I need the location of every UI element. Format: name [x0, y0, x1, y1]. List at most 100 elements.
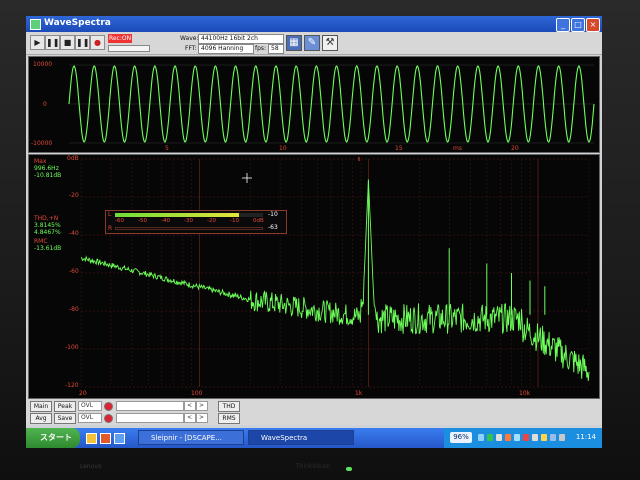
clock: 11:14 [575, 433, 596, 441]
fps-label: fps: [255, 45, 267, 52]
toolbar: ▶ ❚❚ ■ ❚❚ ● Rec:ON Wave: 44100Hz 16bit 2… [26, 32, 602, 55]
start-button[interactable]: スタート [26, 428, 80, 448]
meter-scale-tick: -20 [207, 218, 216, 224]
rms-value: -13.61dB [34, 245, 62, 252]
stop-button[interactable]: ■ [60, 35, 75, 50]
peak-freq: 996.6Hz [34, 165, 59, 172]
avg-ovl-field: OVL [78, 413, 102, 423]
fft-label: FFT: [185, 45, 197, 52]
update-icon[interactable] [505, 434, 511, 441]
waveform-plot [68, 64, 595, 144]
wave-x-tick: 15 [395, 145, 403, 152]
spec-x-label: 20 [79, 390, 87, 397]
wave-y-min: -10000 [31, 140, 53, 147]
minimize-button[interactable]: _ [556, 18, 570, 32]
spec-y-label: -100 [65, 344, 79, 351]
rec-status-badge: Rec:ON [108, 34, 132, 43]
main-record-indicator [104, 402, 113, 411]
taskbar-item-wavespectra[interactable]: WaveSpectra [248, 430, 354, 445]
avg-button[interactable]: Avg [30, 413, 52, 424]
fps-field: 58 [268, 44, 284, 54]
input-level-bar [108, 45, 150, 52]
play-button[interactable]: ▶ [30, 35, 45, 50]
spectrum-grid [80, 158, 590, 388]
display-icon[interactable] [559, 434, 565, 441]
main-next-button[interactable]: > [196, 401, 208, 411]
battery-percent[interactable]: 96% [450, 432, 472, 443]
spectrum-plot [80, 157, 590, 388]
thd-n-value: 4.8467% [34, 229, 61, 236]
avg-record-indicator [104, 414, 113, 423]
spectrum-pane: Max 996.6Hz -10.81dB THD,+N 3.8145% 4.84… [28, 154, 600, 399]
usb-icon[interactable] [496, 434, 502, 441]
waveform-pane: 10000 0 -10000 5 10 15 ms 20 [28, 56, 600, 153]
record-button[interactable]: ● [90, 35, 105, 50]
security-icon[interactable] [487, 434, 493, 441]
pause-button-2[interactable]: ❚❚ [75, 35, 90, 50]
window-title: WaveSpectra [44, 18, 111, 28]
main-ovl-field: OVL [78, 401, 102, 411]
wave-format-field[interactable]: 44100Hz 16bit 2ch [198, 34, 284, 44]
thd-button[interactable]: THD [218, 401, 240, 412]
network-icon[interactable] [478, 434, 484, 441]
rms-title: RMC [34, 238, 48, 245]
wrench-icon[interactable]: ⚒ [322, 35, 338, 51]
pen-icon[interactable]: ✎ [304, 35, 320, 51]
save-button[interactable]: Save [54, 413, 76, 424]
spec-y-label: -20 [69, 192, 79, 199]
maximize-button[interactable]: □ [571, 18, 585, 32]
fft-setting-field[interactable]: 4096 Hanning [198, 44, 254, 54]
spec-y-label: -80 [69, 306, 79, 313]
pause-button[interactable]: ❚❚ [45, 35, 60, 50]
grid-icon[interactable]: ▦ [286, 35, 302, 51]
peak-level: -10.81dB [34, 172, 62, 179]
system-tray: 96% 11:14 [444, 428, 602, 448]
meter-left-bar [115, 213, 263, 217]
wifi-icon[interactable] [514, 434, 520, 441]
wave-y-zero: 0 [43, 101, 47, 108]
meter-left-label: L [108, 211, 112, 218]
meter-scale-tick: -30 [184, 218, 193, 224]
meter-scale-tick: -60 [115, 218, 124, 224]
main-prev-button[interactable]: < [184, 401, 196, 411]
rms-button[interactable]: RMS [218, 413, 240, 424]
alert-icon[interactable] [523, 434, 529, 441]
harmonic-peaks [367, 179, 546, 315]
taskbar: スタート Sleipnir - [DSCAPE... WaveSpectra 9… [26, 428, 602, 448]
spec-y-label: -60 [69, 268, 79, 275]
quick-launch-icon-2[interactable] [100, 433, 111, 444]
meter-left-value: -10 [268, 211, 278, 218]
spec-x-label: 100 [191, 390, 203, 397]
close-button[interactable]: × [586, 18, 600, 32]
monitor-brand-center: ThinkVision [296, 463, 331, 470]
bluetooth-icon[interactable] [550, 434, 556, 441]
main-value-field[interactable] [116, 401, 184, 411]
meter-left-fill [115, 213, 240, 217]
thd-title: THD,+N [34, 215, 59, 222]
meter-scale-tick: -40 [161, 218, 170, 224]
meter-right-value: -63 [268, 224, 278, 231]
taskbar-item-sleipnir[interactable]: Sleipnir - [DSCAPE... [138, 430, 244, 445]
spec-x-label: 1k [355, 390, 363, 397]
level-meter: L -60 -50 -40 -30 -20 -10 0dB R -10 -63 [105, 210, 287, 234]
app-icon [30, 19, 41, 30]
peak-button[interactable]: Peak [54, 401, 76, 412]
wave-x-tick: 10 [279, 145, 287, 152]
screen: WaveSpectra _ □ × ▶ ❚❚ ■ ❚❚ ● Rec:ON Wav… [26, 16, 602, 448]
main-button[interactable]: Main [30, 401, 52, 412]
avg-value-field[interactable] [116, 413, 184, 423]
crosshair-cursor [242, 173, 252, 183]
quick-launch-icon[interactable] [86, 433, 97, 444]
volume-icon[interactable] [532, 434, 538, 441]
power-icon[interactable] [541, 434, 547, 441]
wave-label: Wave: [180, 35, 199, 42]
bottom-controls: Main Peak OVL < > Avg Save OVL < > THD R… [26, 399, 602, 425]
quick-launch-icon-3[interactable] [114, 433, 125, 444]
spec-y-label: -40 [69, 230, 79, 237]
meter-scale-tick: -50 [138, 218, 147, 224]
meter-right-label: R [108, 225, 113, 232]
monitor-brand-left: Lenovo [80, 463, 102, 470]
avg-next-button[interactable]: > [196, 413, 208, 423]
meter-right-bar [115, 227, 263, 230]
avg-prev-button[interactable]: < [184, 413, 196, 423]
